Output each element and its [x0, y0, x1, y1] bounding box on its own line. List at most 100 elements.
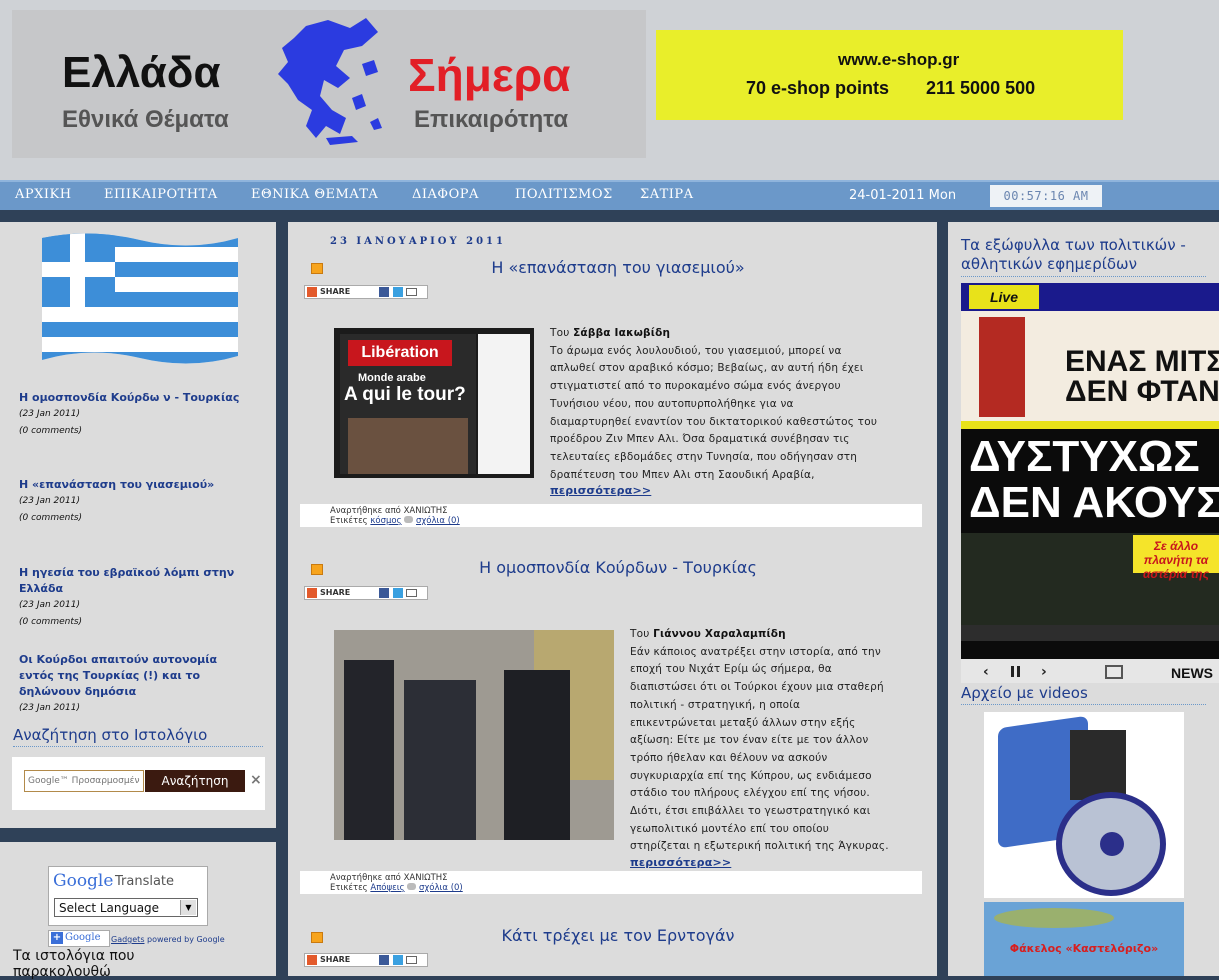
recent-post-title[interactable]: Η «επανάσταση του γιασεμιού» — [19, 477, 249, 493]
cover-head: A qui le tour? — [344, 384, 466, 405]
left-sidebar: Η ομοσπονδία Κούρδω ν - Τουρκίας (23 Jan… — [0, 222, 276, 828]
ad-url: www.e-shop.gr — [838, 50, 960, 69]
comment-icon — [404, 516, 414, 523]
chevron-left-icon[interactable]: ‹ — [983, 664, 989, 680]
recent-post-title[interactable]: Η ηγεσία του εβραϊκού λόμπι στην Ελλάδα — [19, 565, 249, 597]
nav-item-news[interactable]: ΕΠΙΚΑΙΡΟΤΗΤΑ — [104, 187, 218, 202]
site-header: Ελλάδα Εθνικά Θέματα Σήμερα Επικαιρότητα… — [0, 0, 1219, 180]
post-line: συγκυριαρχία επί της Κύπρου, ως ενδιάμεσ… — [630, 769, 872, 782]
cover-photo — [348, 418, 468, 474]
read-more-link[interactable]: περισσότερα>> — [630, 856, 930, 869]
share-button[interactable]: SHARE — [304, 285, 428, 299]
comments-link[interactable]: σχόλια (0) — [419, 883, 463, 893]
gadgets-link[interactable]: Gadgets powered by Google — [111, 935, 225, 944]
post-line: τελευταίες εβδομάδες στην Τυνησία, που ο… — [550, 450, 858, 463]
post-line: στηρίζεται η εξωτερική πολιτική της Άγκυ… — [630, 840, 889, 853]
kastellorizo-image[interactable]: Φάκελος «Καστελόριζο» — [984, 902, 1184, 976]
liberation-cover-image: Libération Monde arabe A qui le tour? — [334, 328, 534, 478]
share-button[interactable]: SHARE — [304, 586, 428, 600]
recent-post-title[interactable]: Η ομοσπονδία Κούρδω ν - Τουρκίας — [19, 390, 249, 406]
language-select[interactable]: Select Language ▼ — [54, 898, 198, 917]
newspaper-cover-slideshow[interactable]: Live ΕΝΑΣ ΜΙΤΣ ΔΕΝ ΦΤΑΝ ΔΥΣΤΥΧΩΣ ΔΕΝ ΑΚΟ… — [961, 283, 1219, 683]
logo-word-epikairotita: Επικαιρότητα — [414, 106, 569, 133]
site-logo[interactable]: Ελλάδα Εθνικά Θέματα Σήμερα Επικαιρότητα — [12, 10, 646, 158]
slideshow-news-label: NEWS — [1171, 665, 1213, 681]
right-sidebar: Τα εξώφυλλα των πολιτικών - αθλητικών εφ… — [948, 222, 1219, 976]
post-line: διαμαρτυρηθεί εναντίον του δικτατορικού … — [550, 415, 878, 428]
gadgets-word[interactable]: Gadgets — [111, 935, 144, 944]
comment-icon — [407, 883, 417, 890]
share-label: SHARE — [320, 287, 351, 296]
recent-post-4[interactable]: Οι Κούρδοι απαιτούν αυτονομία εντός της … — [19, 652, 249, 717]
nav-item-national[interactable]: ΕΘΝΙΚΑ ΘΕΜΑΤΑ — [251, 187, 378, 202]
fullscreen-icon[interactable] — [1105, 665, 1123, 679]
main-nav: ΑΡΧΙΚΗ ΕΠΙΚΑΙΡΟΤΗΤΑ ΕΘΝΙΚΑ ΘΕΜΑΤΑ ΔΙΑΦΟΡ… — [0, 180, 1219, 210]
island-shape — [994, 908, 1114, 928]
share-label: SHARE — [320, 588, 351, 597]
post-title[interactable]: Η «επανάσταση του γιασεμιού» — [328, 258, 908, 277]
search-button[interactable]: Αναζήτηση — [145, 770, 245, 792]
arrow-icon — [311, 263, 323, 274]
author-prefix: Του — [550, 327, 574, 339]
cover-brand: Live — [969, 285, 1039, 309]
recent-post-title[interactable]: Οι Κούρδοι απαιτούν αυτονομία εντός της … — [19, 652, 249, 700]
recent-post-comments[interactable]: (0 comments) — [19, 614, 249, 631]
translate-word: Translate — [115, 874, 175, 889]
search-widget: Αναζήτηση × — [12, 757, 265, 810]
post-line: Το άρωμα ενός λουλουδιού, του γιασεμιού,… — [550, 344, 842, 357]
tag-link[interactable]: κόσμος — [370, 516, 401, 526]
recent-post-2[interactable]: Η «επανάσταση του γιασεμιού» (23 Jan 201… — [19, 477, 249, 527]
share-button[interactable]: SHARE — [304, 953, 428, 967]
videos-widget-title: Αρχείο με videos — [961, 684, 1206, 705]
post-line: γεωπολιτικό μοντέλο επί του οποίου — [630, 822, 830, 835]
post-tags: Ετικέτες Απόψεις σχόλια (0) — [330, 883, 463, 893]
recent-post-3[interactable]: Η ηγεσία του εβραϊκού λόμπι στην Ελλάδα … — [19, 565, 249, 631]
recent-post-comments[interactable]: (0 comments) — [19, 423, 249, 440]
cover-headline-2b: ΔΕΝ ΑΚΟΥΣΑ — [969, 478, 1219, 527]
arrow-icon — [311, 564, 323, 575]
post-line: στιγματιστεί από το πυροκαμένο σώμα ενός… — [550, 380, 841, 393]
read-more-link[interactable]: περισσότερα>> — [550, 484, 915, 497]
nav-item-satire[interactable]: ΣΑΤΙΡΑ — [640, 187, 694, 202]
chevron-down-icon[interactable]: ▼ — [180, 900, 196, 915]
pause-icon[interactable] — [1011, 666, 1014, 677]
search-input[interactable] — [24, 770, 144, 792]
nav-clock: 00:57:16 AM — [990, 185, 1102, 207]
share-label: SHARE — [320, 955, 351, 964]
post-line: Εάν κάποιος ανατρέξει στην ιστορία, από … — [630, 645, 881, 658]
post-line: εποχή του Νιχάτ Ερίμ ώς σήμερα, θα — [630, 663, 832, 676]
chevron-right-icon[interactable]: › — [1041, 664, 1047, 680]
post-line: Τυνήσιου νέου, που αυτοπυρπολήθηκε για ν… — [550, 397, 794, 410]
comments-link[interactable]: σχόλια (0) — [416, 516, 460, 526]
search-widget-title: Αναζήτηση στο Ιστολόγιο — [13, 726, 263, 747]
blogs-widget-title: Τα ιστολόγια που παρακολουθώ — [13, 948, 135, 980]
language-select-value: Select Language — [59, 901, 160, 915]
powered-by: powered by Google — [147, 935, 225, 944]
date-header: 23 ΙΑΝΟΥΑΡΙΟΥ 2011 — [330, 236, 506, 247]
nav-item-misc[interactable]: ΔΙΑΦΟΡΑ — [412, 187, 479, 202]
google-gadgets-badge[interactable]: + Google — [48, 930, 110, 947]
pause-icon[interactable] — [1017, 666, 1020, 677]
post-line: τρόπο ήθελαν και θέλουν να ασκούν — [630, 751, 828, 764]
tag-link[interactable]: Απόψεις — [370, 883, 404, 893]
google-word: Google — [53, 871, 114, 891]
video-archive-image[interactable] — [984, 712, 1184, 898]
nav-item-home[interactable]: ΑΡΧΙΚΗ — [15, 187, 72, 202]
main-content: 23 ΙΑΝΟΥΑΡΙΟΥ 2011 Η «επανάσταση του για… — [288, 222, 937, 976]
meeting-photo — [334, 630, 614, 840]
cover-headline-2: ΔΥΣΤΥΧΩΣ — [969, 432, 1200, 481]
eshop-ad-banner[interactable]: www.e-shop.gr 70 e-shop points 211 5000 … — [656, 30, 1123, 120]
logo-word-ellada: Ελλάδα — [62, 48, 221, 97]
cover-headline-1b: ΔΕΝ ΦΤΑΝ — [1065, 375, 1219, 408]
post-title[interactable]: Κάτι τρέχει με τον Ερντογάν — [328, 926, 908, 945]
nav-item-culture[interactable]: ΠΟΛΙΤΙΣΜΟΣ — [515, 187, 613, 202]
cover-title: Libération — [348, 340, 452, 366]
email-icon — [406, 288, 417, 296]
post-body: Του Γιάννου Χαραλαμπίδη Εάν κάποιος ανατ… — [630, 626, 930, 869]
share-icon — [307, 588, 317, 598]
recent-post-comments[interactable]: (0 comments) — [19, 510, 249, 527]
close-icon[interactable]: × — [250, 772, 262, 788]
post-title[interactable]: Η ομοσπονδία Κούρδων - Τουρκίας — [328, 558, 908, 577]
recent-post-1[interactable]: Η ομοσπονδία Κούρδω ν - Τουρκίας (23 Jan… — [19, 390, 249, 440]
tags-label: Ετικέτες — [330, 883, 368, 893]
